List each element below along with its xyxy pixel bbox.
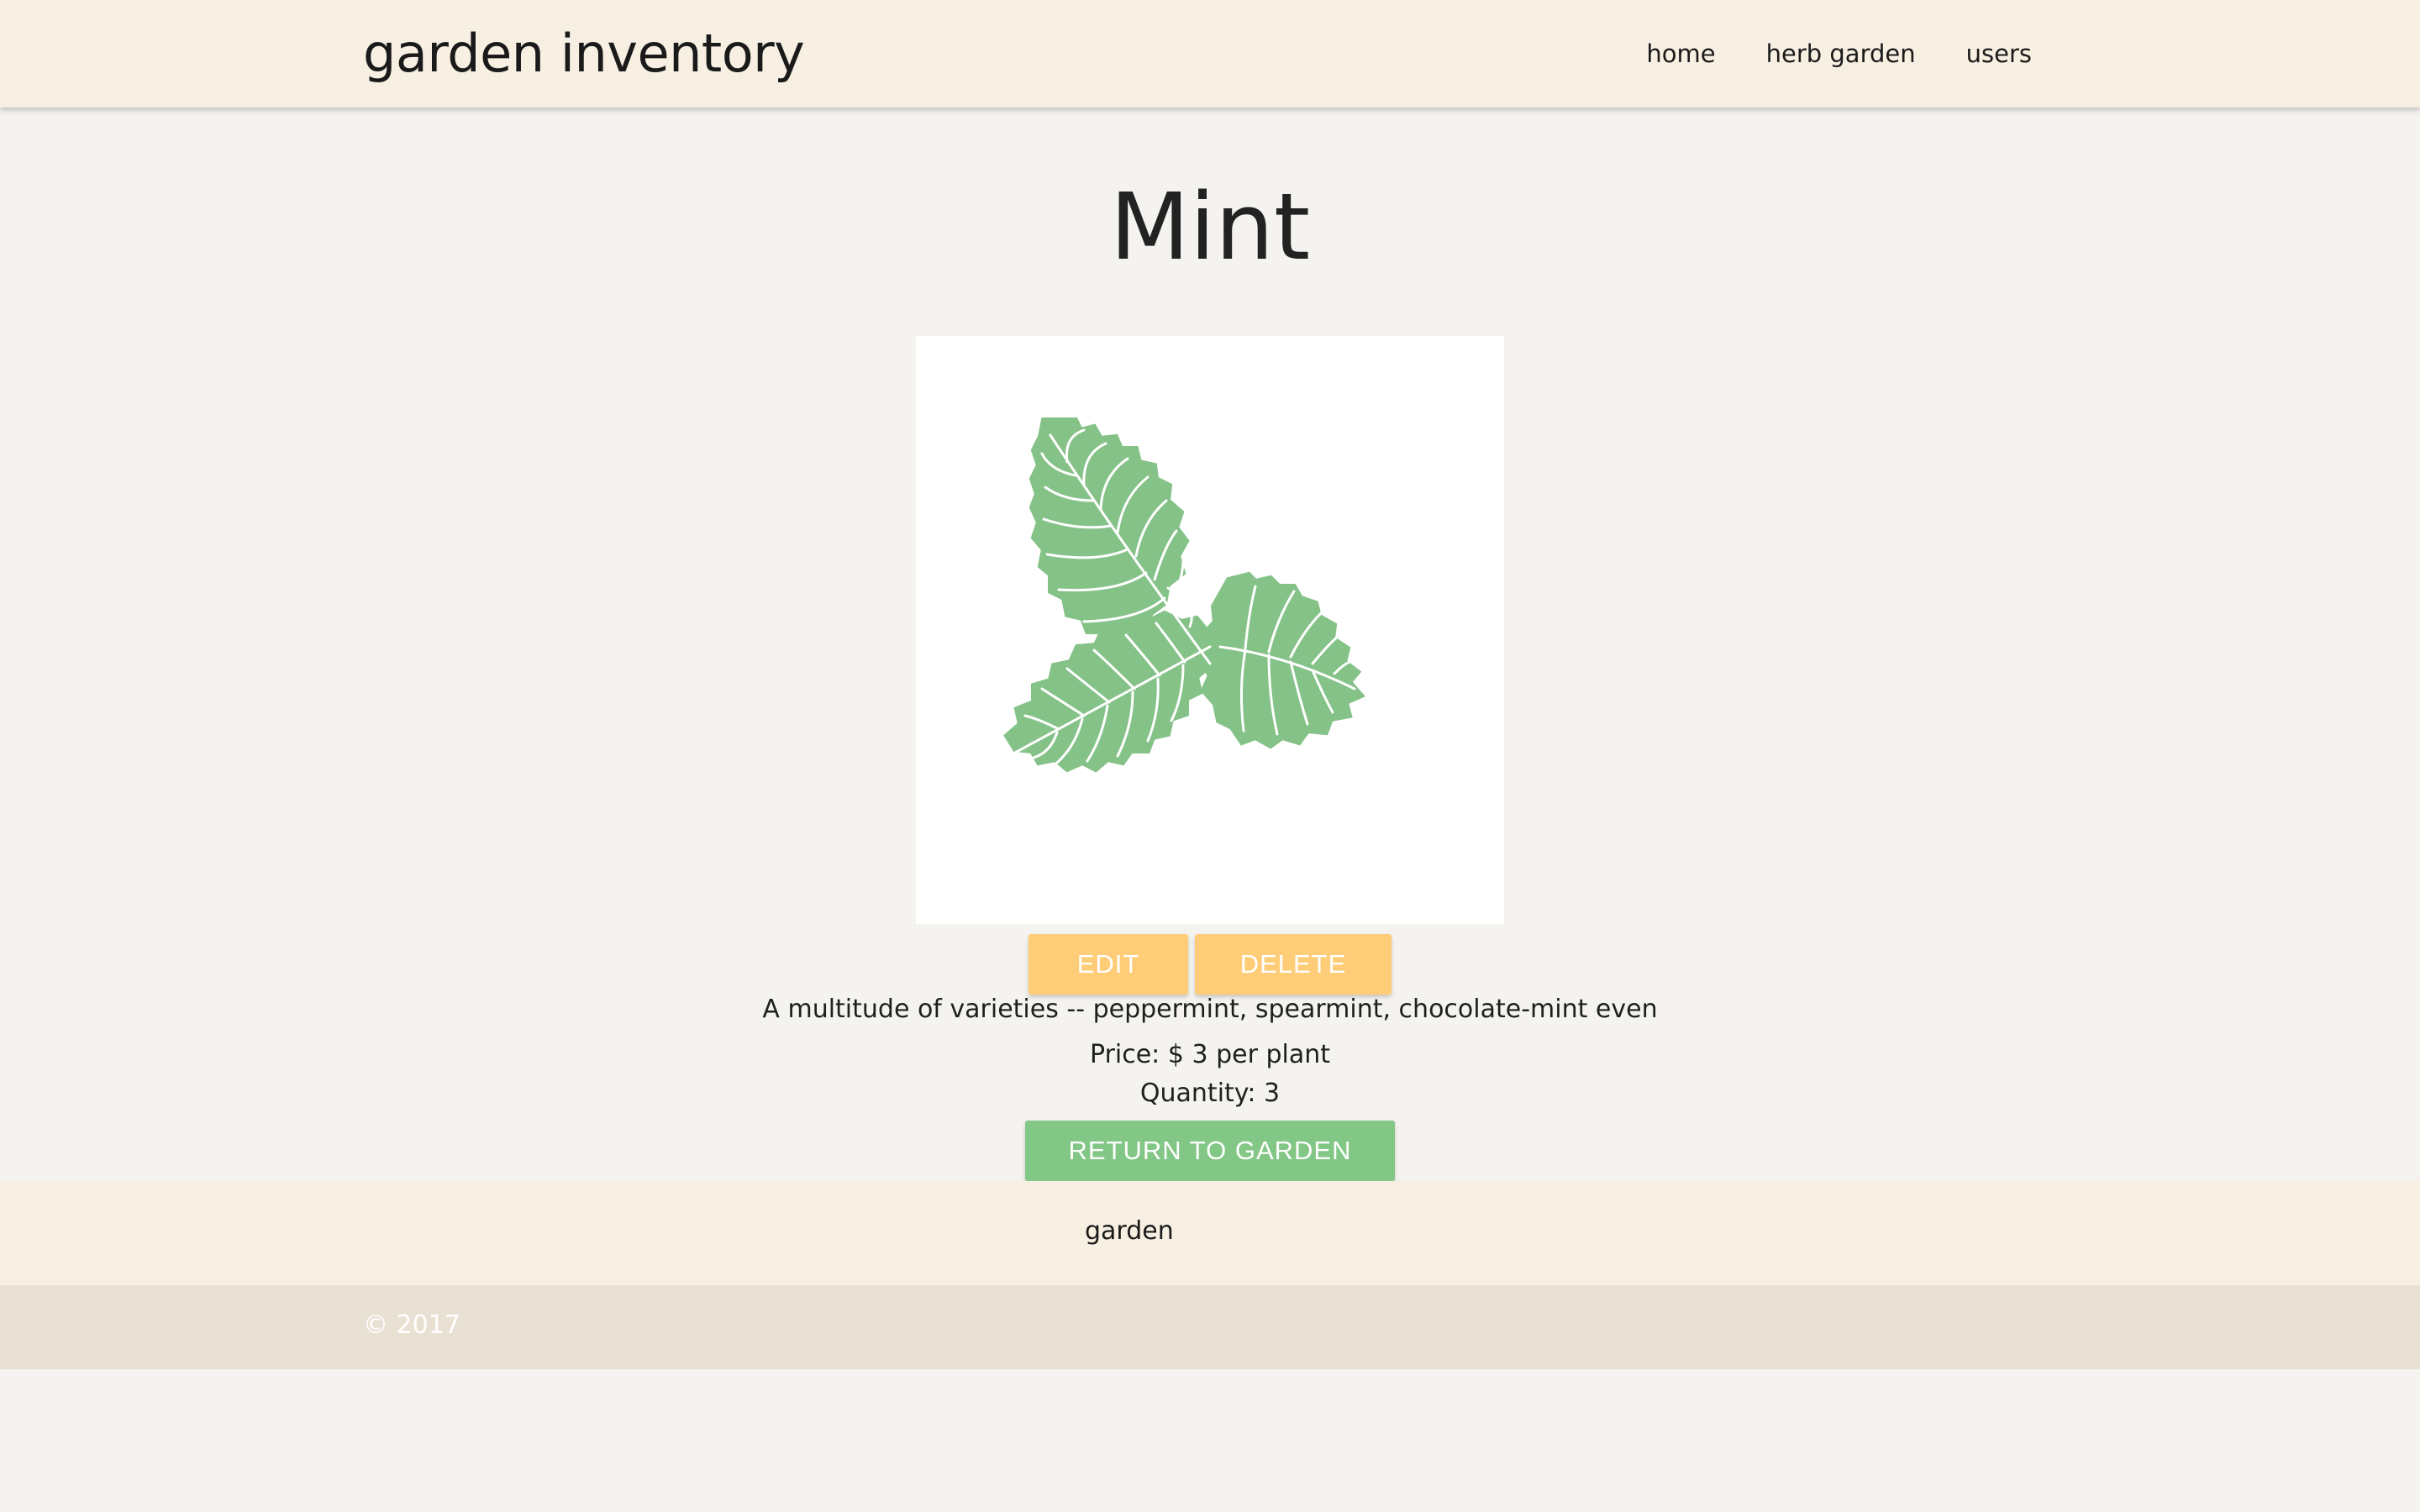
nav-link-home[interactable]: home bbox=[1646, 35, 1715, 72]
nav-links: home herb garden users bbox=[1646, 35, 2032, 72]
footer: garden bbox=[0, 1181, 2420, 1285]
top-navbar: garden inventory home herb garden users bbox=[0, 0, 2420, 108]
plant-quantity: Quantity: 3 bbox=[1139, 1079, 1281, 1108]
mint-leaves-icon bbox=[1003, 417, 1365, 773]
delete-button[interactable]: DELETE bbox=[1195, 934, 1392, 995]
nav-link-users[interactable]: users bbox=[1966, 35, 2032, 72]
edit-button[interactable]: EDIT bbox=[1028, 934, 1188, 995]
footer-copyright-bar: © 2017 bbox=[0, 1285, 2420, 1369]
footer-link-garden[interactable]: garden bbox=[1085, 1216, 1174, 1246]
plant-image bbox=[916, 336, 1504, 924]
nav-link-herb-garden[interactable]: herb garden bbox=[1766, 35, 1916, 72]
brand-title[interactable]: garden inventory bbox=[363, 22, 805, 86]
copyright-text: © 2017 bbox=[363, 1310, 460, 1340]
return-to-garden-button[interactable]: RETURN TO GARDEN bbox=[1025, 1121, 1395, 1181]
plant-price: Price: $ 3 per plant bbox=[1090, 1040, 1330, 1069]
plant-description: A multitude of varieties -- peppermint, … bbox=[762, 995, 1658, 1024]
page-title: Mint bbox=[1109, 173, 1311, 281]
